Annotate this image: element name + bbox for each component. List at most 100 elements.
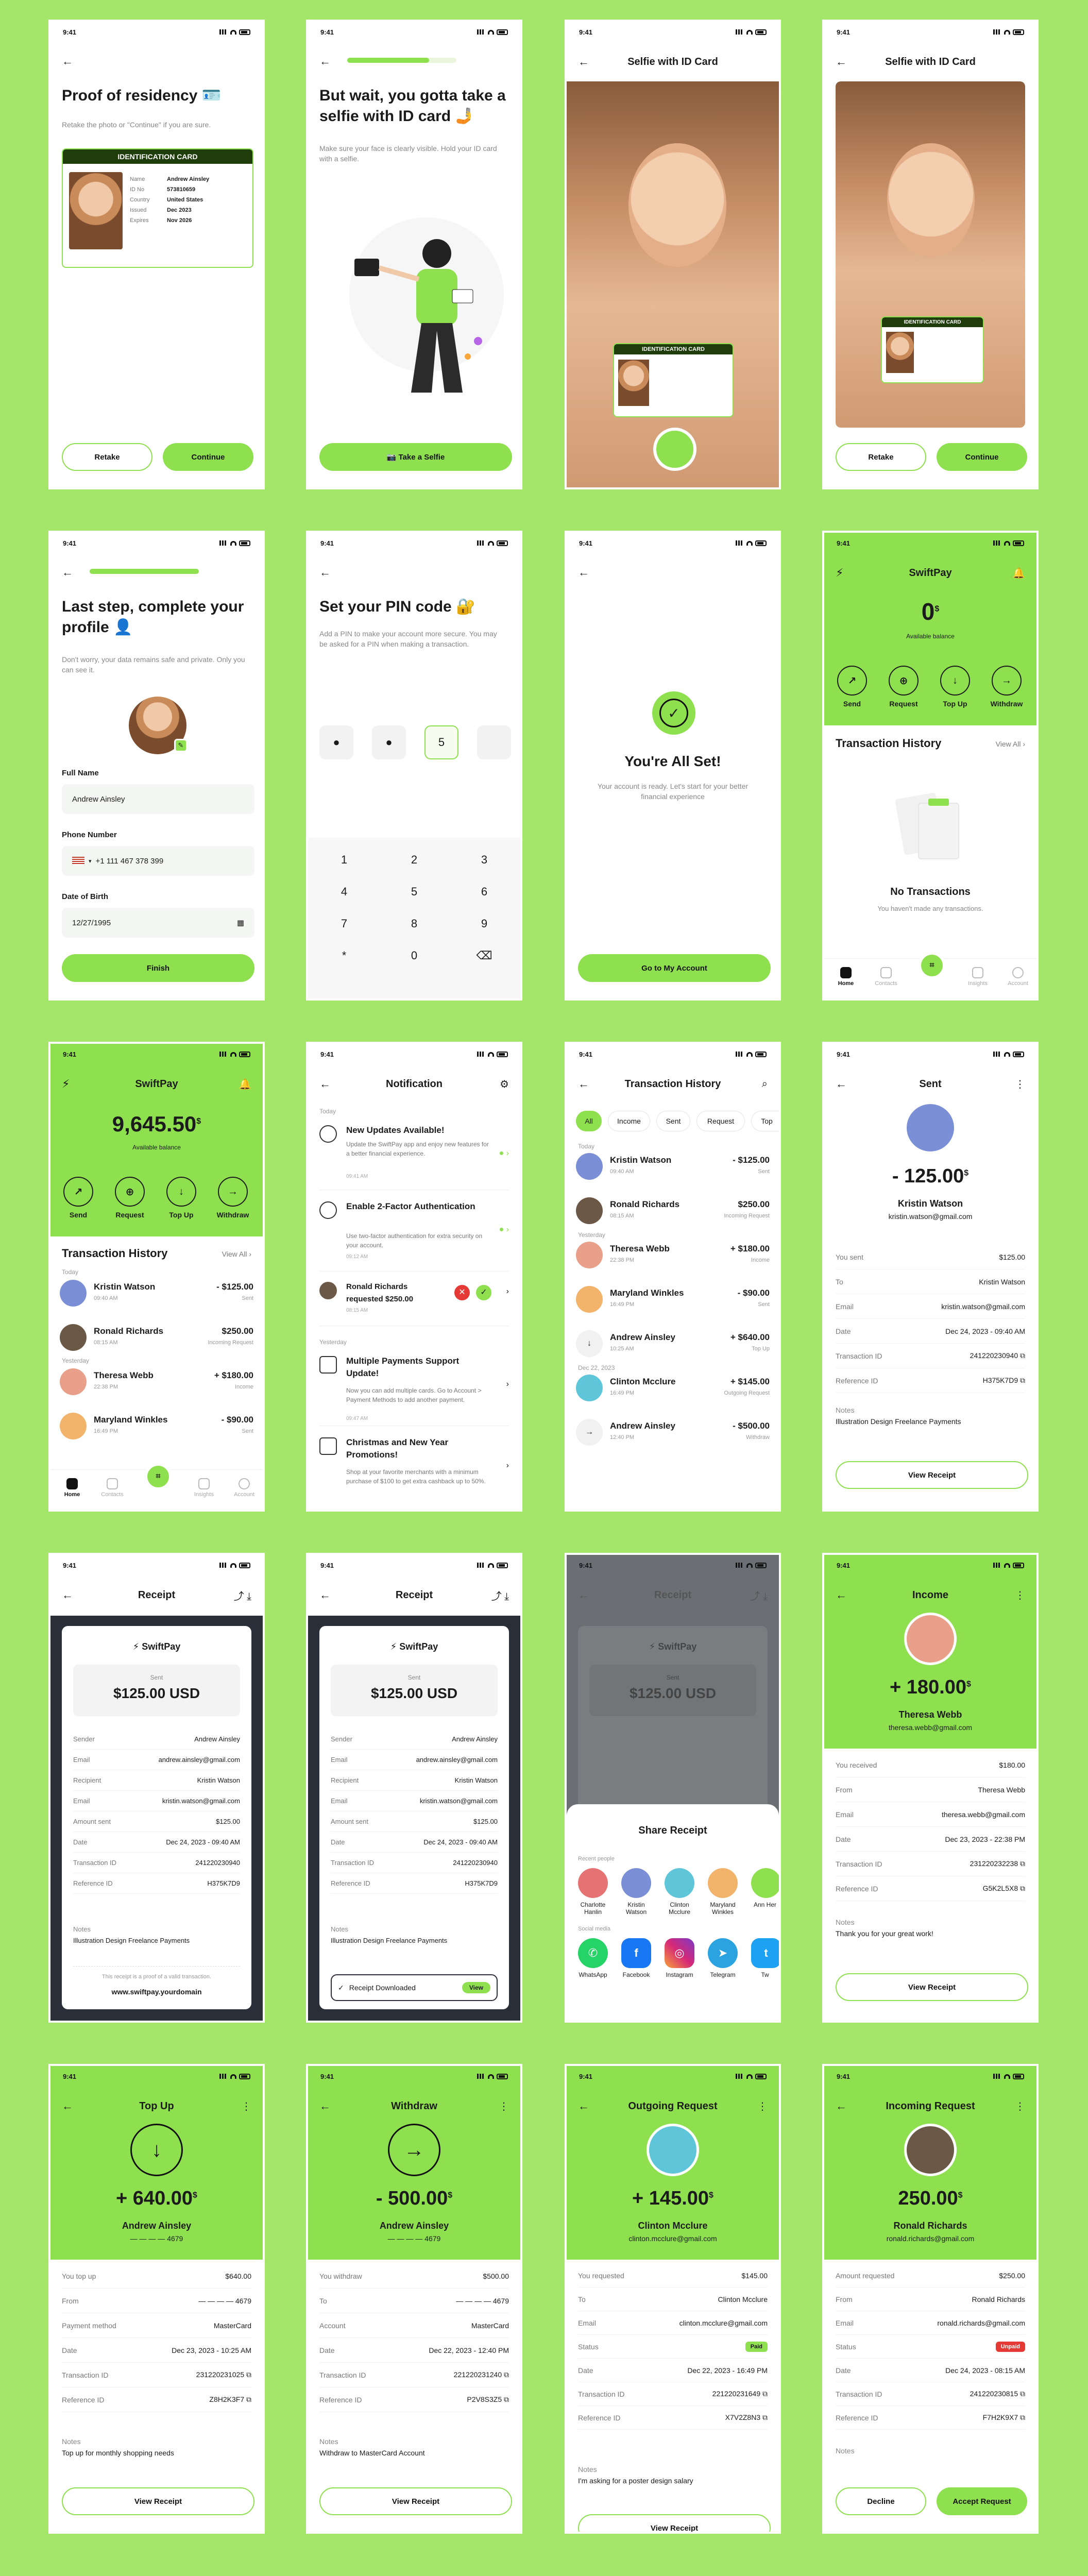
back-arrow-icon[interactable]: ← xyxy=(578,565,593,580)
more-menu-icon[interactable]: ⋮ xyxy=(757,2100,768,2113)
notification-item[interactable]: Multiple Payments Support Update! Now you… xyxy=(319,1349,509,1426)
us-flag-icon[interactable] xyxy=(72,857,84,865)
notification-item[interactable]: New Updates Available! Update the SwiftPa… xyxy=(319,1118,509,1190)
back-arrow-icon[interactable]: ← xyxy=(319,2099,331,2113)
nav-contacts[interactable]: Contacts xyxy=(864,967,908,987)
share-instagram[interactable]: ◎ Instagram xyxy=(665,1938,694,1978)
key-0[interactable]: 0 xyxy=(383,949,445,962)
transaction-row[interactable]: ↓ Andrew Ainsley 10:25 AM + $640.00 Top Up xyxy=(576,1324,770,1361)
dob-field[interactable]: 12/27/1995 ▦ xyxy=(62,908,254,938)
pin-digit-4[interactable] xyxy=(477,725,511,759)
transaction-row[interactable]: Kristin Watson 09:40 AM - $125.00 Sent xyxy=(60,1274,253,1311)
notification-item[interactable]: Enable 2-Factor Authentication Use two-fa… xyxy=(319,1194,509,1272)
nav-account[interactable]: Account xyxy=(223,1478,263,1498)
notification-item[interactable]: Ronald Richards requested $250.00 08:15 A… xyxy=(319,1275,509,1326)
transaction-row[interactable]: Kristin Watson 09:40 AM - $125.00 Sent xyxy=(576,1147,770,1188)
key-8[interactable]: 8 xyxy=(383,917,445,930)
key-5[interactable]: 5 xyxy=(383,885,445,899)
send-action[interactable]: ↗ Send xyxy=(57,1177,100,1219)
back-arrow-icon[interactable]: ← xyxy=(62,2099,73,2113)
key-9[interactable]: 9 xyxy=(453,917,515,930)
transaction-row[interactable]: Maryland Winkles 16:49 PM - $90.00 Sent xyxy=(60,1406,253,1444)
view-receipt-button[interactable]: View Receipt xyxy=(836,1973,1028,2001)
decline-icon[interactable]: ✕ xyxy=(454,1285,470,1300)
back-arrow-icon[interactable]: ← xyxy=(319,565,335,580)
accept-icon[interactable]: ✓ xyxy=(476,1285,491,1300)
edit-avatar-icon[interactable]: ✎ xyxy=(174,739,188,752)
filter-chip-sent[interactable]: Sent xyxy=(656,1111,690,1131)
settings-gear-icon[interactable]: ⚙ xyxy=(500,1078,509,1091)
back-arrow-icon[interactable]: ← xyxy=(319,1588,331,1602)
transaction-row[interactable]: Ronald Richards 08:15 AM $250.00 Incoming R… xyxy=(576,1191,770,1228)
calendar-icon[interactable]: ▦ xyxy=(237,918,244,927)
share-download-icons[interactable]: ⤴ ⤓ xyxy=(491,1588,509,1603)
search-icon[interactable]: ⌕ xyxy=(762,1078,768,1090)
back-arrow-icon[interactable]: ← xyxy=(62,1588,73,1602)
view-all-link[interactable]: View All › xyxy=(996,740,1025,748)
nav-account[interactable]: Account xyxy=(996,967,1036,987)
share-facebook[interactable]: f Facebook xyxy=(621,1938,651,1978)
continue-button[interactable]: Continue xyxy=(937,443,1027,471)
nav-insights[interactable]: Insights xyxy=(182,1478,226,1498)
recent-person[interactable]: Clinton Mcclure xyxy=(665,1868,694,1916)
topup-action[interactable]: ↓ Top Up xyxy=(933,666,977,708)
transaction-row[interactable]: Ronald Richards 08:15 AM $250.00 Incoming R… xyxy=(60,1318,253,1355)
share-telegram[interactable]: ➤ Telegram xyxy=(708,1938,738,1978)
more-menu-icon[interactable]: ⋮ xyxy=(1015,1589,1025,1602)
back-arrow-icon[interactable]: ← xyxy=(578,1077,589,1091)
view-receipt-button[interactable]: View Receipt xyxy=(836,1461,1028,1489)
go-to-account-button[interactable]: Go to My Account xyxy=(578,954,771,982)
nav-contacts[interactable]: Contacts xyxy=(91,1478,134,1498)
filter-chip-income[interactable]: Income xyxy=(608,1111,650,1131)
transaction-row[interactable]: Maryland Winkles 16:49 PM - $90.00 Sent xyxy=(576,1280,770,1317)
share-twitter[interactable]: t Tw xyxy=(751,1938,779,1978)
more-menu-icon[interactable]: ⋮ xyxy=(499,2100,509,2113)
back-arrow-icon[interactable]: ← xyxy=(836,2099,847,2113)
key-3[interactable]: 3 xyxy=(453,853,515,867)
back-arrow-icon[interactable]: ← xyxy=(578,2099,589,2113)
pin-digit-3[interactable]: 5 xyxy=(424,725,458,759)
phone-field[interactable]: ▾ +1 111 467 378 399 xyxy=(62,846,254,876)
key-star[interactable]: * xyxy=(313,949,375,962)
key-4[interactable]: 4 xyxy=(313,885,375,899)
request-action[interactable]: ⊕ Request xyxy=(108,1177,151,1219)
more-menu-icon[interactable]: ⋮ xyxy=(241,2100,251,2113)
more-menu-icon[interactable]: ⋮ xyxy=(1015,2100,1025,2113)
recent-person[interactable]: Kristin Watson xyxy=(621,1868,651,1916)
key-2[interactable]: 2 xyxy=(383,853,445,867)
bell-icon[interactable]: 🔔 xyxy=(239,1078,251,1091)
pin-digit-2[interactable]: ● xyxy=(372,725,406,759)
nav-home[interactable]: Home xyxy=(50,1478,94,1498)
shutter-button[interactable] xyxy=(653,428,696,471)
scan-fab[interactable]: ⌗ xyxy=(144,1463,172,1490)
transaction-row[interactable]: Theresa Webb 22:38 PM + $180.00 Income xyxy=(576,1235,770,1273)
nav-home[interactable]: Home xyxy=(824,967,868,987)
finish-button[interactable]: Finish xyxy=(62,954,254,982)
retake-button[interactable]: Retake xyxy=(62,443,152,471)
share-download-icons[interactable]: ⤴ ⤓ xyxy=(234,1588,251,1603)
back-arrow-icon[interactable]: ← xyxy=(62,54,77,69)
back-arrow-icon[interactable]: ← xyxy=(836,55,847,69)
back-arrow-icon[interactable]: ← xyxy=(319,1077,331,1091)
view-all-link[interactable]: View All › xyxy=(222,1250,251,1258)
take-selfie-button[interactable]: 📷 Take a Selfie xyxy=(319,443,512,471)
filter-chip-all[interactable]: All xyxy=(576,1111,602,1131)
back-arrow-icon[interactable]: ← xyxy=(62,565,77,580)
notification-item[interactable]: Christmas and New Year Promotions! Shop a… xyxy=(319,1430,509,1507)
filter-chip-request[interactable]: Request xyxy=(696,1111,745,1131)
withdraw-action[interactable]: → Withdraw xyxy=(985,666,1028,708)
backspace-key[interactable]: ⌫ xyxy=(453,949,515,962)
key-7[interactable]: 7 xyxy=(313,917,375,930)
more-menu-icon[interactable]: ⋮ xyxy=(1015,1078,1025,1091)
accept-request-button[interactable]: Accept Request xyxy=(937,2487,1027,2515)
continue-button[interactable]: Continue xyxy=(163,443,253,471)
filter-chip-topup[interactable]: Top xyxy=(751,1111,779,1131)
pin-digit-1[interactable]: ● xyxy=(319,725,353,759)
transaction-row[interactable]: → Andrew Ainsley 12:40 PM - $500.00 Withdraw xyxy=(576,1413,770,1450)
retake-button[interactable]: Retake xyxy=(836,443,926,471)
view-receipt-button[interactable]: View Receipt xyxy=(578,2514,771,2532)
back-arrow-icon[interactable]: ← xyxy=(578,55,589,69)
request-action[interactable]: ⊕ Request xyxy=(882,666,925,708)
back-arrow-icon[interactable]: ← xyxy=(836,1588,847,1602)
bell-icon[interactable]: 🔔 xyxy=(1012,567,1025,580)
